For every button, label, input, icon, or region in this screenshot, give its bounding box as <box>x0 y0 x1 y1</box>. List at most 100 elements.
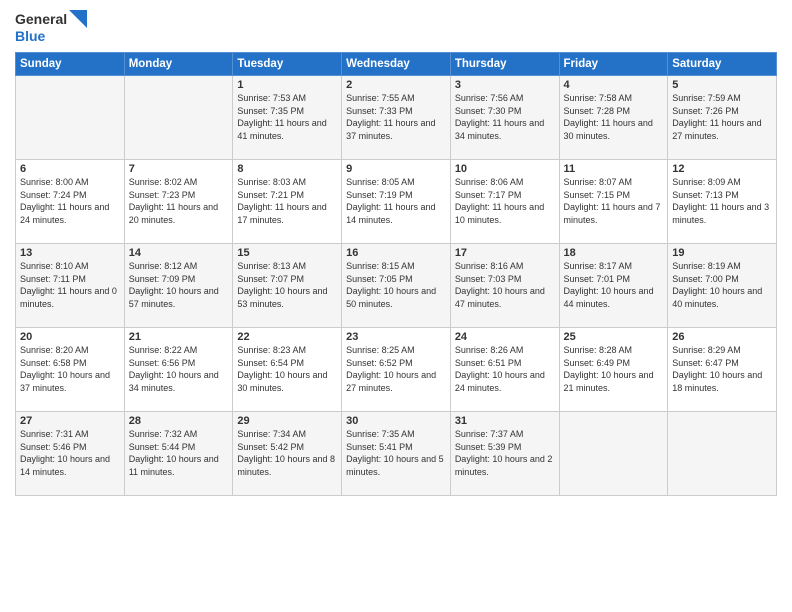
day-info: Sunrise: 7:56 AMSunset: 7:30 PMDaylight:… <box>455 92 555 142</box>
week-row-2: 6Sunrise: 8:00 AMSunset: 7:24 PMDaylight… <box>16 160 777 244</box>
day-cell: 29Sunrise: 7:34 AMSunset: 5:42 PMDayligh… <box>233 412 342 496</box>
day-number: 26 <box>672 331 772 343</box>
day-info: Sunrise: 8:15 AMSunset: 7:05 PMDaylight:… <box>346 260 446 310</box>
col-header-friday: Friday <box>559 53 668 76</box>
day-info: Sunrise: 7:35 AMSunset: 5:41 PMDaylight:… <box>346 428 446 478</box>
day-number: 15 <box>237 247 337 259</box>
logo-blue: Blue <box>15 28 45 44</box>
day-cell: 4Sunrise: 7:58 AMSunset: 7:28 PMDaylight… <box>559 76 668 160</box>
day-number: 7 <box>129 163 229 175</box>
day-cell: 31Sunrise: 7:37 AMSunset: 5:39 PMDayligh… <box>450 412 559 496</box>
day-cell: 24Sunrise: 8:26 AMSunset: 6:51 PMDayligh… <box>450 328 559 412</box>
day-cell: 20Sunrise: 8:20 AMSunset: 6:58 PMDayligh… <box>16 328 125 412</box>
day-number: 24 <box>455 331 555 343</box>
day-cell: 9Sunrise: 8:05 AMSunset: 7:19 PMDaylight… <box>342 160 451 244</box>
day-cell: 25Sunrise: 8:28 AMSunset: 6:49 PMDayligh… <box>559 328 668 412</box>
week-row-4: 20Sunrise: 8:20 AMSunset: 6:58 PMDayligh… <box>16 328 777 412</box>
day-info: Sunrise: 8:19 AMSunset: 7:00 PMDaylight:… <box>672 260 772 310</box>
day-info: Sunrise: 8:12 AMSunset: 7:09 PMDaylight:… <box>129 260 229 310</box>
day-info: Sunrise: 8:06 AMSunset: 7:17 PMDaylight:… <box>455 176 555 226</box>
day-info: Sunrise: 8:16 AMSunset: 7:03 PMDaylight:… <box>455 260 555 310</box>
day-info: Sunrise: 8:28 AMSunset: 6:49 PMDaylight:… <box>564 344 664 394</box>
day-cell: 1Sunrise: 7:53 AMSunset: 7:35 PMDaylight… <box>233 76 342 160</box>
day-cell: 28Sunrise: 7:32 AMSunset: 5:44 PMDayligh… <box>124 412 233 496</box>
day-info: Sunrise: 8:05 AMSunset: 7:19 PMDaylight:… <box>346 176 446 226</box>
day-number: 5 <box>672 79 772 91</box>
day-info: Sunrise: 8:02 AMSunset: 7:23 PMDaylight:… <box>129 176 229 226</box>
day-number: 2 <box>346 79 446 91</box>
day-number: 10 <box>455 163 555 175</box>
day-number: 6 <box>20 163 120 175</box>
header: General Blue <box>15 10 777 44</box>
day-info: Sunrise: 8:26 AMSunset: 6:51 PMDaylight:… <box>455 344 555 394</box>
day-number: 20 <box>20 331 120 343</box>
day-number: 16 <box>346 247 446 259</box>
day-cell: 3Sunrise: 7:56 AMSunset: 7:30 PMDaylight… <box>450 76 559 160</box>
day-info: Sunrise: 7:37 AMSunset: 5:39 PMDaylight:… <box>455 428 555 478</box>
col-header-thursday: Thursday <box>450 53 559 76</box>
day-cell: 27Sunrise: 7:31 AMSunset: 5:46 PMDayligh… <box>16 412 125 496</box>
day-cell: 13Sunrise: 8:10 AMSunset: 7:11 PMDayligh… <box>16 244 125 328</box>
day-cell <box>559 412 668 496</box>
day-info: Sunrise: 7:34 AMSunset: 5:42 PMDaylight:… <box>237 428 337 478</box>
day-cell: 7Sunrise: 8:02 AMSunset: 7:23 PMDaylight… <box>124 160 233 244</box>
day-cell: 12Sunrise: 8:09 AMSunset: 7:13 PMDayligh… <box>668 160 777 244</box>
day-number: 19 <box>672 247 772 259</box>
day-info: Sunrise: 8:00 AMSunset: 7:24 PMDaylight:… <box>20 176 120 226</box>
col-header-sunday: Sunday <box>16 53 125 76</box>
week-row-1: 1Sunrise: 7:53 AMSunset: 7:35 PMDaylight… <box>16 76 777 160</box>
day-info: Sunrise: 8:03 AMSunset: 7:21 PMDaylight:… <box>237 176 337 226</box>
day-number: 22 <box>237 331 337 343</box>
day-number: 23 <box>346 331 446 343</box>
calendar-table: SundayMondayTuesdayWednesdayThursdayFrid… <box>15 52 777 496</box>
day-cell: 18Sunrise: 8:17 AMSunset: 7:01 PMDayligh… <box>559 244 668 328</box>
col-header-monday: Monday <box>124 53 233 76</box>
day-number: 30 <box>346 415 446 427</box>
day-cell: 23Sunrise: 8:25 AMSunset: 6:52 PMDayligh… <box>342 328 451 412</box>
day-cell: 17Sunrise: 8:16 AMSunset: 7:03 PMDayligh… <box>450 244 559 328</box>
logo: General Blue <box>15 10 87 44</box>
day-number: 28 <box>129 415 229 427</box>
day-info: Sunrise: 8:07 AMSunset: 7:15 PMDaylight:… <box>564 176 664 226</box>
day-info: Sunrise: 7:58 AMSunset: 7:28 PMDaylight:… <box>564 92 664 142</box>
day-info: Sunrise: 8:09 AMSunset: 7:13 PMDaylight:… <box>672 176 772 226</box>
day-cell: 5Sunrise: 7:59 AMSunset: 7:26 PMDaylight… <box>668 76 777 160</box>
day-cell: 21Sunrise: 8:22 AMSunset: 6:56 PMDayligh… <box>124 328 233 412</box>
day-number: 17 <box>455 247 555 259</box>
day-number: 31 <box>455 415 555 427</box>
day-cell: 15Sunrise: 8:13 AMSunset: 7:07 PMDayligh… <box>233 244 342 328</box>
col-header-wednesday: Wednesday <box>342 53 451 76</box>
day-cell <box>668 412 777 496</box>
day-info: Sunrise: 8:25 AMSunset: 6:52 PMDaylight:… <box>346 344 446 394</box>
day-info: Sunrise: 8:23 AMSunset: 6:54 PMDaylight:… <box>237 344 337 394</box>
day-number: 11 <box>564 163 664 175</box>
day-number: 12 <box>672 163 772 175</box>
logo-triangle-icon <box>69 10 87 28</box>
day-cell: 19Sunrise: 8:19 AMSunset: 7:00 PMDayligh… <box>668 244 777 328</box>
day-cell: 26Sunrise: 8:29 AMSunset: 6:47 PMDayligh… <box>668 328 777 412</box>
logo-text-block: General Blue <box>15 10 87 44</box>
day-number: 25 <box>564 331 664 343</box>
day-info: Sunrise: 7:55 AMSunset: 7:33 PMDaylight:… <box>346 92 446 142</box>
day-number: 8 <box>237 163 337 175</box>
week-row-3: 13Sunrise: 8:10 AMSunset: 7:11 PMDayligh… <box>16 244 777 328</box>
day-number: 18 <box>564 247 664 259</box>
day-info: Sunrise: 8:17 AMSunset: 7:01 PMDaylight:… <box>564 260 664 310</box>
day-number: 13 <box>20 247 120 259</box>
day-cell: 16Sunrise: 8:15 AMSunset: 7:05 PMDayligh… <box>342 244 451 328</box>
day-info: Sunrise: 7:53 AMSunset: 7:35 PMDaylight:… <box>237 92 337 142</box>
calendar-page: General Blue SundayMondayTuesdayWednesda… <box>0 0 792 612</box>
col-header-saturday: Saturday <box>668 53 777 76</box>
logo-general: General <box>15 11 67 27</box>
day-info: Sunrise: 7:59 AMSunset: 7:26 PMDaylight:… <box>672 92 772 142</box>
day-info: Sunrise: 8:13 AMSunset: 7:07 PMDaylight:… <box>237 260 337 310</box>
day-number: 21 <box>129 331 229 343</box>
day-cell: 6Sunrise: 8:00 AMSunset: 7:24 PMDaylight… <box>16 160 125 244</box>
day-cell <box>124 76 233 160</box>
day-cell: 11Sunrise: 8:07 AMSunset: 7:15 PMDayligh… <box>559 160 668 244</box>
day-info: Sunrise: 7:31 AMSunset: 5:46 PMDaylight:… <box>20 428 120 478</box>
day-cell: 22Sunrise: 8:23 AMSunset: 6:54 PMDayligh… <box>233 328 342 412</box>
day-number: 14 <box>129 247 229 259</box>
day-number: 1 <box>237 79 337 91</box>
day-cell: 10Sunrise: 8:06 AMSunset: 7:17 PMDayligh… <box>450 160 559 244</box>
